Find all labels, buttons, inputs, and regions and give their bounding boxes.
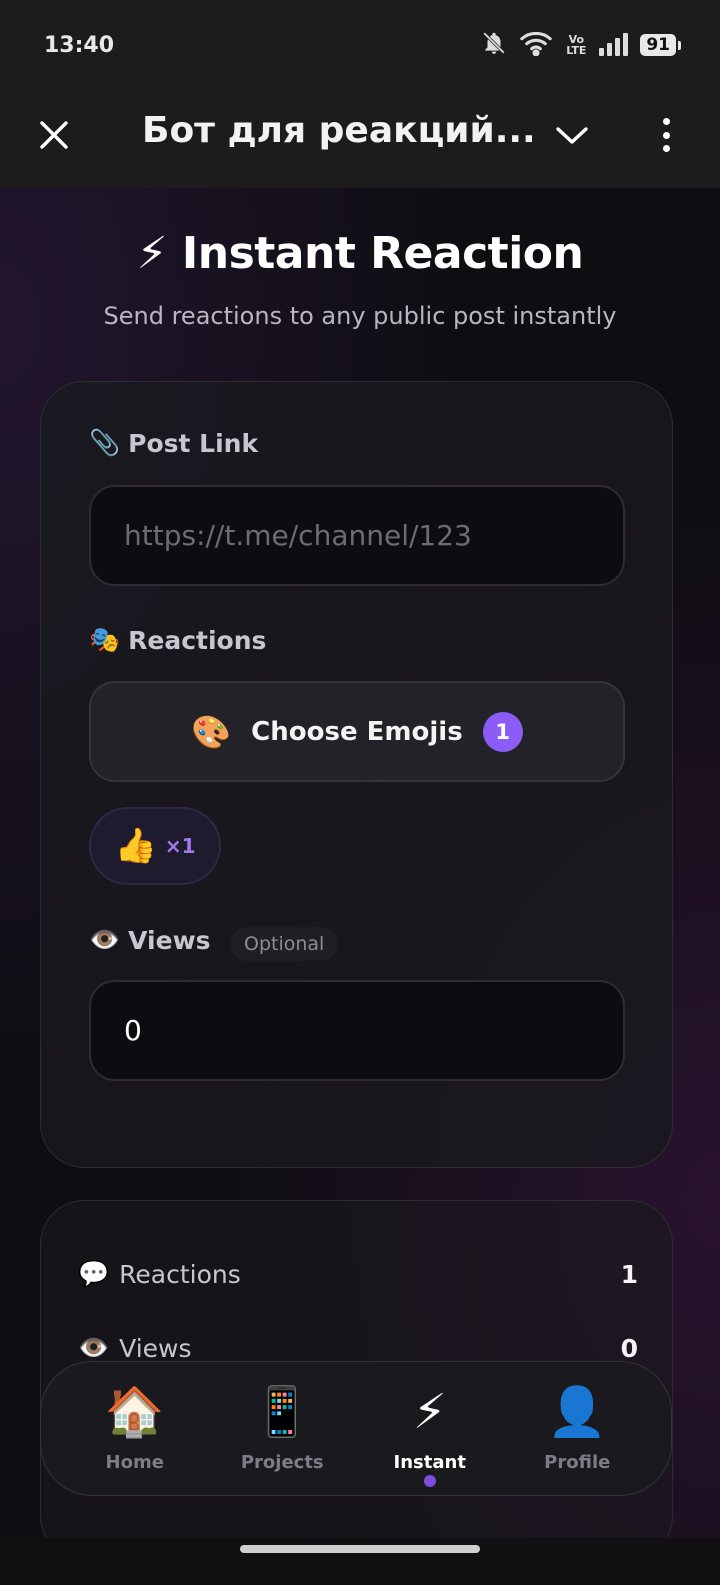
active-indicator (423, 1475, 436, 1487)
lightning-icon: ⚡ (136, 228, 168, 279)
summary-row-views: 👁️ Views 0 (78, 1333, 638, 1363)
main-content: ⚡ Instant Reaction Send reactions to any… (0, 188, 720, 1538)
reaction-form-card: 📎 Post Link 🎭 Reactions 🎨 Choose Emojis … (40, 381, 673, 1168)
nav-item-instant[interactable]: ⚡ Instant (360, 1384, 500, 1487)
emoji-multiplier: ×1 (164, 834, 196, 858)
page-title: Бот для реакций... (142, 110, 536, 151)
summary-label: Reactions (119, 1259, 241, 1289)
house-icon: 🏠 (104, 1384, 165, 1440)
collapse-button[interactable] (552, 115, 592, 155)
chevron-down-icon (556, 127, 588, 144)
views-input[interactable] (124, 1014, 590, 1047)
wifi-icon (519, 30, 553, 61)
user-silhouette-icon: 👤 (547, 1384, 608, 1440)
nav-item-home[interactable]: 🏠 Home (65, 1384, 205, 1473)
paperclip-icon: 📎 (89, 428, 121, 457)
choose-emojis-label: Choose Emojis (251, 716, 463, 747)
bell-muted-icon (481, 30, 507, 61)
bottom-nav: 🏠 Home 📱 Projects ⚡ Instant 👤 Profile (40, 1361, 672, 1496)
selected-emoji-chip[interactable]: 👍 ×1 (89, 807, 221, 885)
eye-icon: 👁️ (78, 1333, 110, 1362)
close-button[interactable] (34, 115, 74, 155)
post-link-field[interactable] (89, 485, 625, 586)
signal-icon (599, 33, 629, 56)
home-indicator[interactable] (240, 1545, 480, 1553)
more-vertical-icon (662, 118, 670, 125)
status-icons: Vo LTE 91 (481, 30, 681, 61)
nav-label: Home (105, 1452, 164, 1473)
nav-item-projects[interactable]: 📱 Projects (212, 1384, 352, 1473)
battery-icon: 91 (640, 34, 681, 56)
views-field[interactable] (89, 980, 625, 1081)
reactions-label: 🎭 Reactions (89, 625, 266, 655)
app-top-bar: Бот для реакций... (0, 90, 720, 188)
status-time: 13:40 (44, 32, 115, 58)
selected-count-badge: 1 (482, 711, 523, 752)
post-link-input[interactable] (124, 519, 590, 552)
nav-item-profile[interactable]: 👤 Profile (507, 1384, 647, 1473)
hero-title: ⚡ Instant Reaction (0, 228, 720, 279)
thumbs-up-icon: 👍 (114, 826, 157, 866)
summary-row-reactions: 💬 Reactions 1 (78, 1259, 638, 1289)
reactions-label-text: Reactions (128, 625, 267, 655)
theater-masks-icon: 🎭 (89, 625, 121, 654)
close-icon (40, 121, 68, 149)
summary-value: 0 (620, 1333, 638, 1363)
speech-bubble-icon: 💬 (78, 1259, 110, 1288)
hero-title-text: Instant Reaction (181, 228, 584, 279)
summary-label: Views (119, 1333, 192, 1363)
summary-value: 1 (620, 1259, 638, 1289)
choose-emojis-button[interactable]: 🎨 Choose Emojis 1 (89, 681, 625, 782)
optional-tag: Optional (230, 927, 339, 961)
eye-icon: 👁️ (89, 925, 121, 954)
lightning-icon: ⚡ (412, 1384, 447, 1440)
hero-subtitle: Send reactions to any public post instan… (103, 302, 617, 330)
palette-icon: 🎨 (191, 712, 232, 751)
volte-icon: Vo LTE (566, 33, 587, 57)
post-link-label-text: Post Link (128, 428, 259, 458)
nav-label: Projects (240, 1452, 324, 1473)
views-label: 👁️ Views (89, 925, 211, 955)
mobile-phone-icon: 📱 (252, 1384, 313, 1440)
views-label-text: Views (128, 925, 211, 955)
status-bar: 13:40 Vo LTE 91 (0, 0, 720, 90)
post-link-label: 📎 Post Link (89, 428, 258, 458)
more-options-button[interactable] (648, 112, 684, 158)
nav-label: Instant (393, 1452, 466, 1473)
nav-label: Profile (544, 1452, 611, 1473)
